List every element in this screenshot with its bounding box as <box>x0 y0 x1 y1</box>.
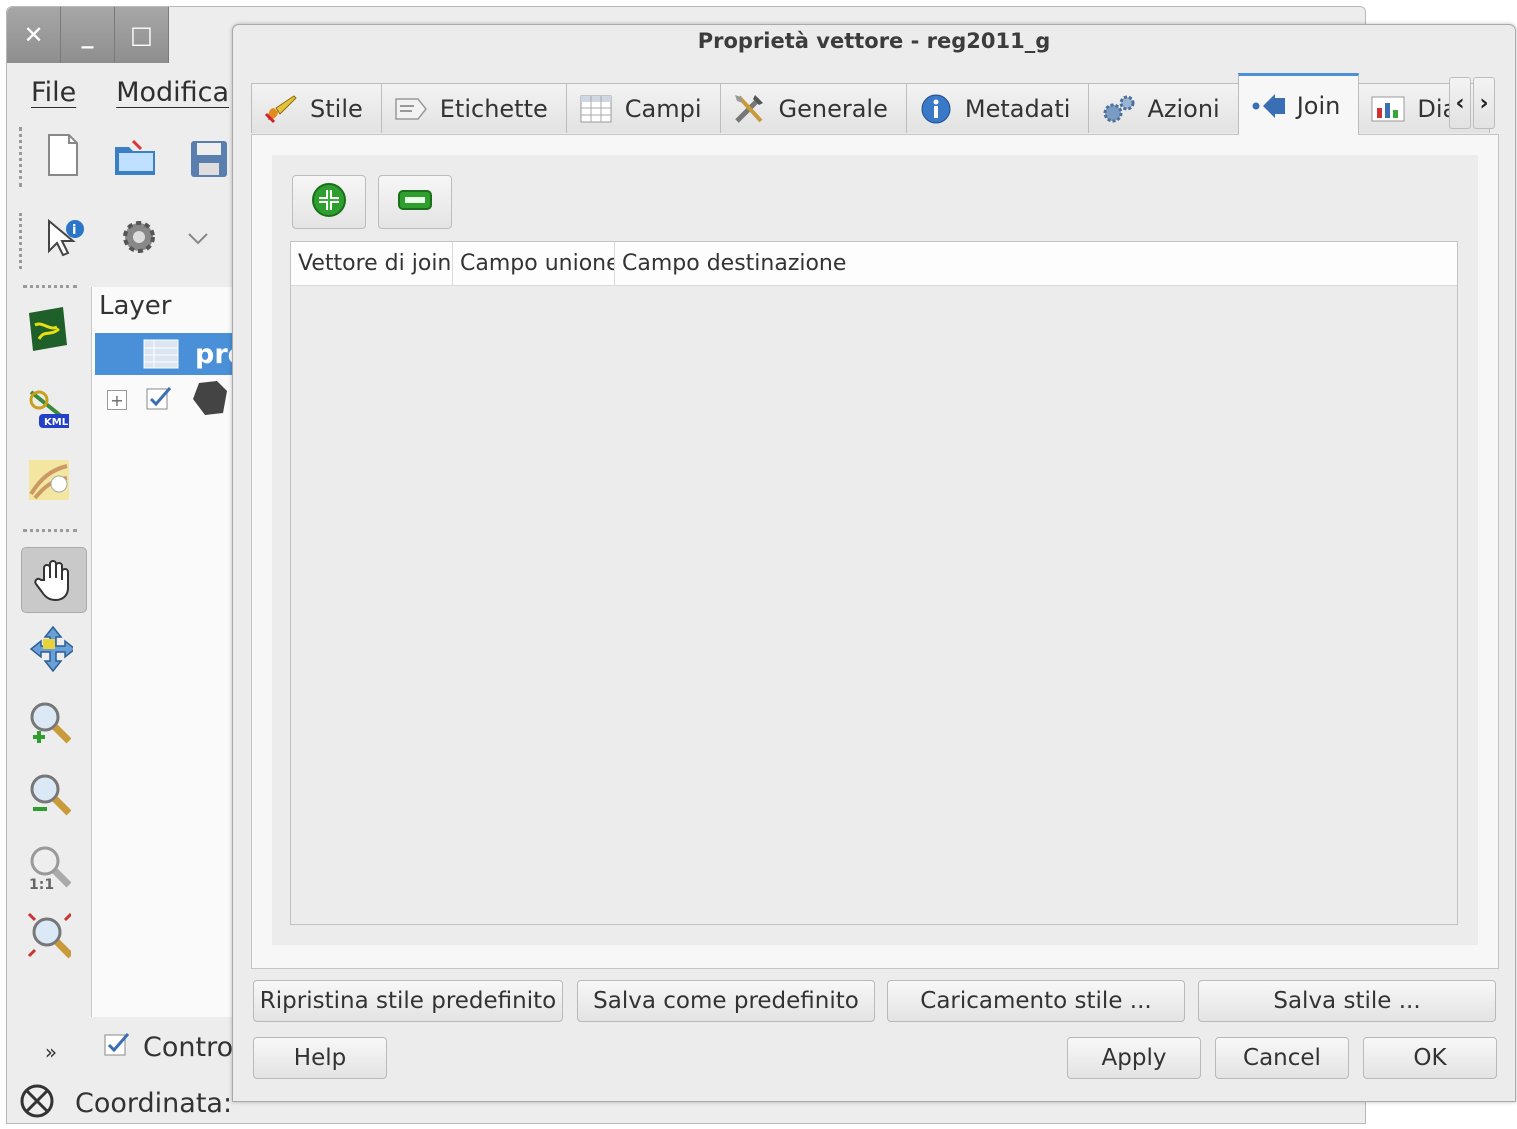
column-header-join-layer[interactable]: Vettore di join <box>291 242 453 286</box>
ok-button[interactable]: OK <box>1363 1037 1497 1079</box>
menu-modifica[interactable]: Modifica <box>116 77 229 108</box>
pan-to-selection-icon[interactable] <box>29 625 73 673</box>
join-table-header: Vettore di join Campo unione Campo desti… <box>291 242 1457 286</box>
render-control[interactable]: Control <box>103 1031 241 1064</box>
polygon-layer-icon <box>191 379 229 421</box>
dialog-title: Proprietà vettore - reg2011_g <box>697 29 1051 53</box>
svg-text:1:1: 1:1 <box>29 877 54 891</box>
tab-label: Generale <box>778 94 888 123</box>
vector-properties-dialog: Proprietà vettore - reg2011_g Stile Etic… <box>232 24 1516 1102</box>
label-icon <box>394 94 428 124</box>
load-style-button[interactable]: Caricamento stile ... <box>887 980 1185 1022</box>
tab-label: Etichette <box>439 94 548 123</box>
add-raster-icon[interactable] <box>25 307 69 351</box>
expand-icon[interactable]: + <box>107 390 127 410</box>
svg-text:i: i <box>72 223 76 238</box>
tools-icon <box>733 94 767 124</box>
layer-item[interactable]: + <box>107 379 229 421</box>
add-kml-icon[interactable]: KML <box>25 387 69 431</box>
coordinate-toggle-icon[interactable] <box>17 1081 57 1125</box>
checkbox-checked-icon[interactable] <box>103 1031 131 1064</box>
tab-label: Stile <box>310 94 363 123</box>
zoom-out-icon[interactable] <box>27 773 71 817</box>
help-button[interactable]: Help <box>253 1037 387 1079</box>
cancel-button[interactable]: Cancel <box>1215 1037 1349 1079</box>
remove-join-button[interactable] <box>378 175 452 229</box>
join-tab-panel: Vettore di join Campo unione Campo desti… <box>251 134 1499 969</box>
join-panel-content: Vettore di join Campo unione Campo desti… <box>272 155 1478 945</box>
tab-scroll-left-button[interactable]: ‹ <box>1449 77 1471 129</box>
restore-default-style-button[interactable]: Ripristina stile predefinito <box>253 980 563 1022</box>
render-control-label: Control <box>143 1032 241 1063</box>
gear-icon[interactable] <box>117 215 161 259</box>
maximize-window-button[interactable]: □ <box>115 7 169 63</box>
plus-icon <box>311 182 347 222</box>
zoom-in-icon[interactable] <box>27 701 71 745</box>
column-header-join-field[interactable]: Campo unione <box>453 242 615 286</box>
new-project-icon[interactable] <box>41 133 85 177</box>
table-icon <box>579 94 613 124</box>
column-header-target-field[interactable]: Campo destinazione <box>615 242 1457 286</box>
identify-icon[interactable]: i <box>43 215 87 259</box>
pan-hand-icon[interactable] <box>21 547 87 613</box>
tab-etichette[interactable]: Etichette <box>380 83 567 133</box>
gears-icon <box>1101 94 1135 124</box>
svg-text:KML: KML <box>44 417 69 428</box>
tab-label: Metadati <box>964 94 1071 123</box>
open-project-icon[interactable] <box>113 135 157 179</box>
zoom-native-icon[interactable]: 1:1 <box>27 845 71 891</box>
tab-label: Campi <box>624 94 702 123</box>
tab-label: Azioni <box>1147 94 1220 123</box>
toolbar-grip-4[interactable] <box>23 529 77 533</box>
tab-scroll-right-button[interactable]: › <box>1473 77 1495 129</box>
tab-generale[interactable]: Generale <box>719 83 907 133</box>
add-layer-map-icon[interactable] <box>25 457 69 501</box>
save-project-icon[interactable] <box>187 137 231 181</box>
tab-campi[interactable]: Campi <box>565 83 721 133</box>
join-table[interactable]: Vettore di join Campo unione Campo desti… <box>290 241 1458 925</box>
chevron-down-icon[interactable] <box>183 217 213 261</box>
tab-metadati[interactable]: Metadati <box>905 83 1090 133</box>
save-style-button[interactable]: Salva stile ... <box>1198 980 1496 1022</box>
window-controls: ✕ _ □ <box>7 7 171 63</box>
menubar: File Modifica <box>31 77 229 108</box>
toolbar-grip[interactable] <box>19 127 23 187</box>
join-icon <box>1251 91 1285 121</box>
brush-icon <box>264 94 298 124</box>
checkbox-checked-icon[interactable] <box>145 385 173 415</box>
toolbar-grip-3[interactable] <box>23 285 77 289</box>
tab-bar: Stile Etichette Campi Generale Metadati <box>251 73 1491 135</box>
info-icon <box>919 94 953 124</box>
apply-button[interactable]: Apply <box>1067 1037 1201 1079</box>
save-as-default-button[interactable]: Salva come predefinito <box>577 980 875 1022</box>
minus-icon <box>397 188 433 216</box>
diagram-icon <box>1371 94 1405 124</box>
layer-panel-title: Layer <box>99 291 172 321</box>
table-icon <box>143 339 179 376</box>
tab-join[interactable]: Join <box>1237 73 1360 135</box>
toolbar-expand-icon[interactable]: » <box>31 1037 71 1067</box>
menu-file[interactable]: File <box>31 77 76 108</box>
add-join-button[interactable] <box>292 175 366 229</box>
layer-item-selected[interactable]: pro <box>95 333 246 376</box>
coordinate-label: Coordinata: <box>75 1087 233 1119</box>
minimize-window-button[interactable]: _ <box>61 7 115 63</box>
close-window-button[interactable]: ✕ <box>7 7 61 63</box>
toolbar-grip-2[interactable] <box>19 213 23 269</box>
tab-azioni[interactable]: Azioni <box>1088 83 1239 133</box>
tab-label: Join <box>1296 91 1341 120</box>
zoom-full-icon[interactable] <box>27 912 71 959</box>
tab-stile[interactable]: Stile <box>251 83 382 133</box>
